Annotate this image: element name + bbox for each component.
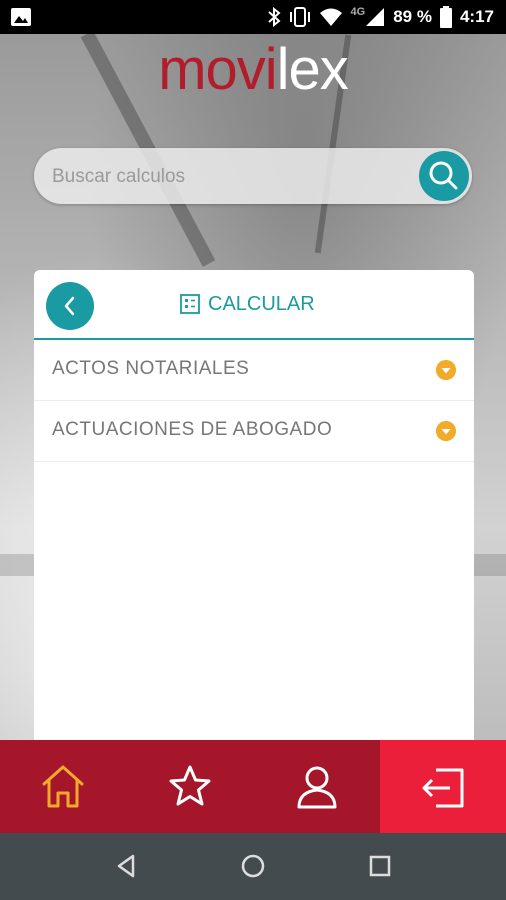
calculator-icon — [180, 294, 200, 314]
search-button[interactable] — [419, 151, 469, 201]
calculate-card: CALCULAR ACTOS NOTARIALES ACTUACIONES DE… — [34, 270, 474, 740]
signal-icon — [366, 8, 385, 26]
system-nav-bar — [0, 833, 506, 900]
list-item-label: ACTOS NOTARIALES — [52, 358, 250, 379]
card-header: CALCULAR — [34, 270, 474, 340]
back-button[interactable] — [46, 282, 94, 330]
list-item-actuaciones-de-abogado[interactable]: ACTUACIONES DE ABOGADO — [34, 401, 474, 462]
vibrate-icon — [289, 7, 310, 27]
search-input[interactable] — [50, 160, 414, 194]
app-logo: movilex — [0, 40, 506, 100]
bottom-nav — [0, 740, 506, 833]
home-circle-icon[interactable] — [238, 851, 268, 881]
list-item-actos-notariales[interactable]: ACTOS NOTARIALES — [34, 340, 474, 401]
card-title: CALCULAR — [180, 290, 315, 318]
nav-logout-button[interactable] — [380, 740, 506, 833]
card-title-text: CALCULAR — [208, 292, 315, 315]
bluetooth-icon — [267, 7, 281, 27]
chevron-down-icon — [436, 360, 456, 380]
back-triangle-icon[interactable] — [111, 851, 141, 881]
nav-profile-button[interactable] — [254, 740, 380, 833]
star-icon — [169, 765, 211, 806]
nav-home-button[interactable] — [0, 740, 126, 833]
battery-icon — [439, 6, 452, 28]
wifi-icon — [319, 8, 342, 26]
logo-movi: movi — [158, 37, 277, 102]
home-icon — [42, 765, 84, 808]
recents-square-icon[interactable] — [365, 851, 395, 881]
status-bar: 4G 89 % 4:17 — [0, 0, 506, 34]
search-icon — [429, 161, 458, 190]
list-item-label: ACTUACIONES DE ABOGADO — [52, 419, 333, 440]
logout-icon — [422, 768, 464, 808]
nav-favorites-button[interactable] — [127, 740, 253, 833]
chevron-left-icon — [64, 296, 75, 316]
search-bar — [34, 148, 472, 204]
user-icon — [297, 766, 337, 809]
image-icon — [11, 8, 31, 26]
chevron-down-icon — [436, 421, 456, 441]
network-type: 4G — [350, 6, 366, 18]
clock: 4:17 — [459, 7, 494, 26]
logo-lex: lex — [276, 37, 349, 102]
battery-percent: 89 % — [393, 7, 432, 26]
